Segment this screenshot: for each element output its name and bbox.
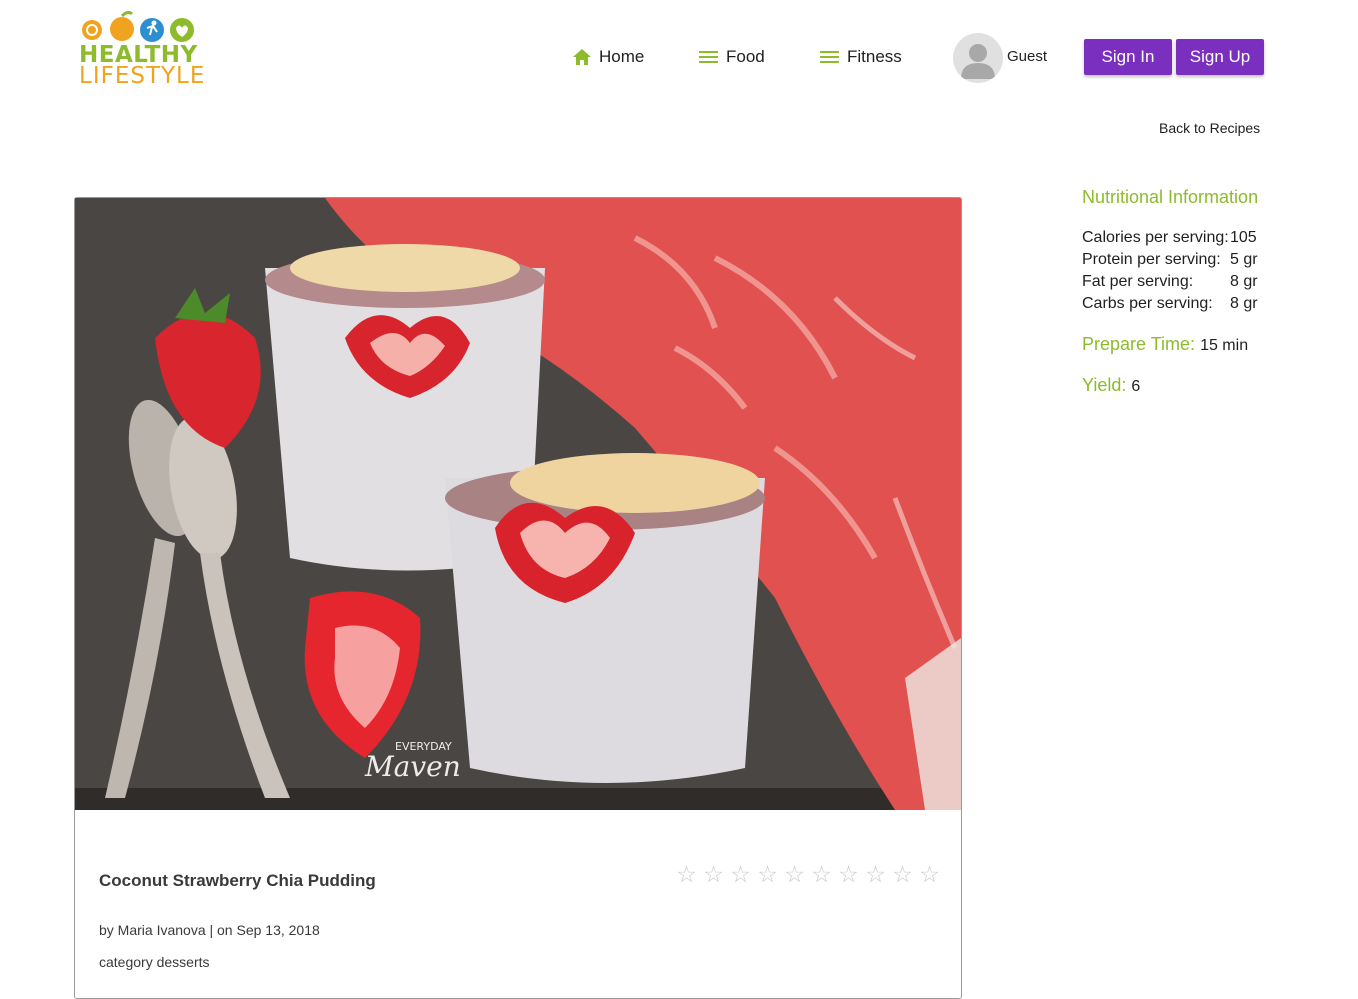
nutrition-heading: Nutritional Information xyxy=(1082,187,1259,207)
recipe-category: category desserts xyxy=(99,954,210,970)
recipe-card: EVERYDAY Maven Coconut Strawberry Chia P… xyxy=(74,197,962,999)
rating-star-icon[interactable]: ☆ xyxy=(889,861,916,888)
recipe-byline: by Maria Ivanova | on Sep 13, 2018 xyxy=(99,922,320,938)
avatar[interactable] xyxy=(953,33,1003,83)
logo-fruit-icons xyxy=(82,10,194,42)
yield: Yield: 6 xyxy=(1082,375,1140,396)
sign-up-button[interactable]: Sign Up xyxy=(1176,39,1264,75)
menu-icon xyxy=(820,51,839,63)
nutrition-row-carbs: Carbs per serving: 8 gr xyxy=(1082,293,1258,315)
yield-label: Yield: xyxy=(1082,375,1127,395)
nutrition-label: Calories per serving: xyxy=(1082,229,1229,246)
rating-star-icon[interactable]: ☆ xyxy=(916,861,943,888)
rating-star-icon[interactable]: ☆ xyxy=(808,861,835,888)
nutrition-label: Carbs per serving: xyxy=(1082,295,1213,312)
nav-fitness-label: Fitness xyxy=(847,47,902,66)
nutrition-value: 5 gr xyxy=(1230,251,1258,268)
nutrition-row-protein: Protein per serving: 5 gr xyxy=(1082,249,1258,271)
menu-icon xyxy=(699,51,718,63)
rating-stars: ☆ ☆ ☆ ☆ ☆ ☆ ☆ ☆ ☆ ☆ xyxy=(673,861,943,888)
nav-fitness[interactable]: Fitness xyxy=(820,44,902,70)
user-name: Guest xyxy=(1007,48,1048,65)
prepare-time-label: Prepare Time: xyxy=(1082,334,1196,354)
prepare-time: Prepare Time: 15 min xyxy=(1082,334,1248,355)
nutrition-label: Fat per serving: xyxy=(1082,273,1194,290)
prepare-time-value: 15 min xyxy=(1200,337,1249,354)
nav-home-label: Home xyxy=(599,47,645,66)
logo-word-lifestyle: LIFESTYLE xyxy=(79,63,206,89)
rating-star-icon[interactable]: ☆ xyxy=(673,861,700,888)
rating-star-icon[interactable]: ☆ xyxy=(754,861,781,888)
nutrition-value: 8 gr xyxy=(1230,295,1258,312)
back-to-recipes-link[interactable]: Back to Recipes xyxy=(1159,120,1260,136)
nutrition-value: 105 xyxy=(1230,229,1257,246)
watermark-line2: Maven xyxy=(364,750,461,783)
nutrition-row-fat: Fat per serving: 8 gr xyxy=(1082,271,1258,293)
user-silhouette-icon xyxy=(961,44,995,79)
rating-star-icon[interactable]: ☆ xyxy=(835,861,862,888)
nav-food[interactable]: Food xyxy=(699,44,765,70)
site-logo[interactable]: HEALTHY LIFESTYLE xyxy=(79,10,219,88)
nutrition-label: Protein per serving: xyxy=(1082,251,1221,268)
nav-food-label: Food xyxy=(726,47,765,66)
rating-star-icon[interactable]: ☆ xyxy=(862,861,889,888)
nav-home[interactable]: Home xyxy=(572,44,644,70)
rating-star-icon[interactable]: ☆ xyxy=(727,861,754,888)
home-icon xyxy=(573,49,591,65)
nutrition-row-calories: Calories per serving: 105 xyxy=(1082,227,1258,249)
rating-star-icon[interactable]: ☆ xyxy=(700,861,727,888)
recipe-title[interactable]: Coconut Strawberry Chia Pudding xyxy=(99,871,376,891)
nutrition-value: 8 gr xyxy=(1230,273,1258,290)
rating-star-icon[interactable]: ☆ xyxy=(781,861,808,888)
yield-value: 6 xyxy=(1131,378,1141,395)
sign-in-button[interactable]: Sign In xyxy=(1084,39,1172,75)
nutrition-table: Calories per serving: 105 Protein per se… xyxy=(1082,227,1258,315)
recipe-photo: EVERYDAY Maven xyxy=(75,198,961,810)
